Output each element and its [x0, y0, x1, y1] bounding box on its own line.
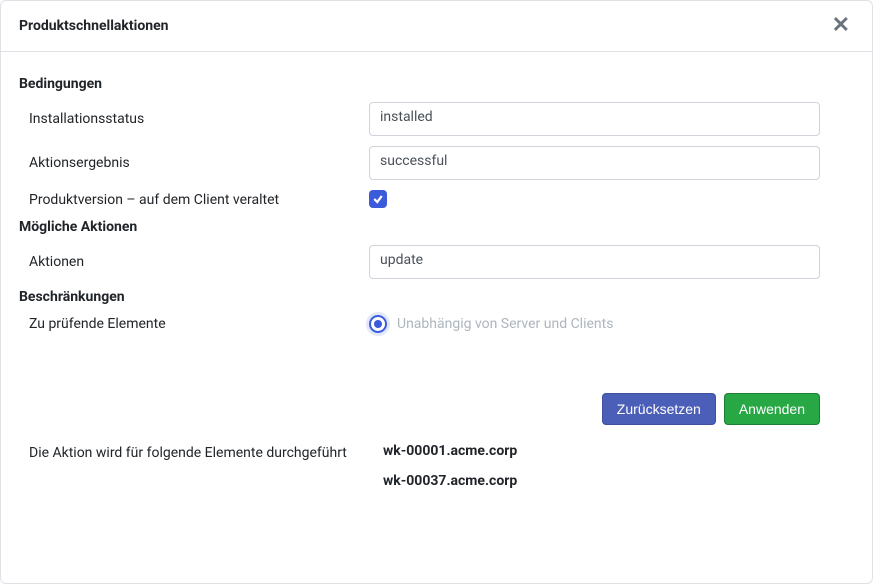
row-actions: Aktionen update — [19, 245, 854, 279]
checkbox-outdated[interactable] — [369, 190, 387, 208]
list-item: wk-00001.acme.corp — [383, 443, 854, 459]
button-row: Zurücksetzen Anwenden — [19, 393, 854, 425]
row-check-items: Zu prüfende Elemente Unabhängig von Serv… — [19, 315, 854, 333]
label-check-items: Zu prüfende Elemente — [19, 316, 369, 332]
list-item: wk-00037.acme.corp — [383, 473, 854, 489]
section-conditions-header: Bedingungen — [19, 76, 854, 92]
dialog-body: Bedingungen Installationsstatus installe… — [1, 52, 872, 503]
dialog-header: Produktschnellaktionen ✕ — [1, 1, 872, 52]
targets-list: wk-00001.acme.corp wk-00037.acme.corp — [369, 443, 854, 503]
dialog-title: Produktschnellaktionen — [19, 18, 169, 34]
targets-label: Die Aktion wird für folgende Elemente du… — [19, 443, 369, 503]
section-actions-header: Mögliche Aktionen — [19, 219, 854, 235]
radio-independent-label: Unabhängig von Server und Clients — [397, 316, 613, 332]
radio-dot-icon — [374, 320, 382, 328]
section-restrictions-header: Beschränkungen — [19, 289, 854, 305]
row-install-status: Installationsstatus installed — [19, 102, 854, 136]
check-icon — [372, 193, 384, 205]
label-actions: Aktionen — [19, 254, 369, 270]
row-action-result: Aktionsergebnis successful — [19, 146, 854, 180]
reset-button[interactable]: Zurücksetzen — [602, 393, 716, 425]
row-outdated: Produktversion – auf dem Client veraltet — [19, 190, 854, 209]
label-outdated: Produktversion – auf dem Client veraltet — [19, 192, 369, 208]
apply-button[interactable]: Anwenden — [724, 393, 820, 425]
label-action-result: Aktionsergebnis — [19, 155, 369, 171]
label-install-status: Installationsstatus — [19, 111, 369, 127]
select-actions[interactable]: update — [369, 245, 820, 279]
dialog: Produktschnellaktionen ✕ Bedingungen Ins… — [0, 0, 873, 584]
close-icon[interactable]: ✕ — [828, 15, 854, 37]
select-action-result[interactable]: successful — [369, 146, 820, 180]
select-install-status[interactable]: installed — [369, 102, 820, 136]
targets-row: Die Aktion wird für folgende Elemente du… — [19, 443, 854, 503]
radio-independent[interactable] — [369, 315, 387, 333]
